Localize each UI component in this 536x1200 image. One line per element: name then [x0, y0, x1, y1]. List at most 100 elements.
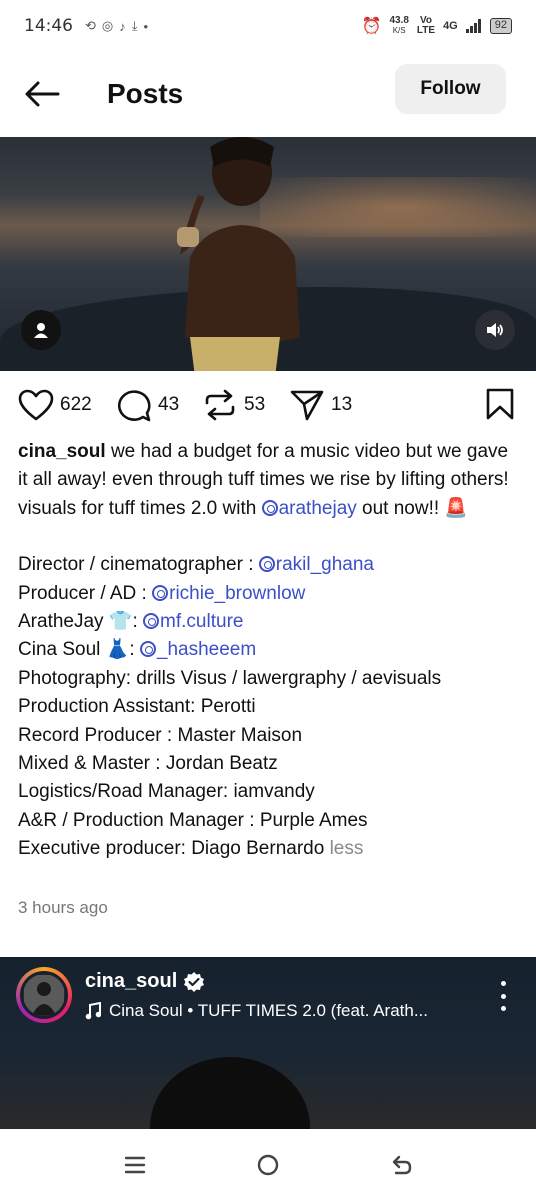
whatsapp-icon: ◎ [101, 18, 114, 33]
tagged-users-button[interactable] [21, 310, 61, 350]
post-video[interactable] [0, 137, 536, 371]
mention-link[interactable]: arathejay [261, 497, 357, 519]
caption-text-after: out now!! 🚨 [362, 497, 469, 519]
comment-count: 43 [158, 394, 180, 415]
credit-label: Record Producer : Master Maison [18, 724, 303, 746]
credit-line: AratheJay 👕: mf.culture [18, 608, 518, 636]
credit-line: Producer / AD : richie_brownlow [18, 580, 518, 608]
credit-line: Executive producer: Diago Bernardo less [18, 835, 518, 863]
follow-button[interactable]: Follow [395, 64, 506, 114]
threads-mention-icon [258, 556, 275, 573]
comment-icon [118, 390, 151, 422]
credit-line: Production Assistant: Perotti [18, 693, 518, 721]
network-type: 4G [443, 20, 458, 32]
post-timestamp: 3 hours ago [18, 898, 108, 917]
tiktok-icon: ♪ [119, 18, 126, 34]
avatar [20, 971, 68, 1019]
credit-mention-link[interactable]: rakil_ghana [258, 554, 375, 576]
credit-mention-link[interactable]: _hasheeem [139, 639, 257, 661]
header: Posts Follow [0, 58, 536, 128]
share-button[interactable]: 13 [289, 384, 352, 426]
credit-label: Cina Soul 👗: [18, 639, 140, 661]
back-nav-icon [392, 1155, 412, 1175]
comment-button[interactable]: 43 [116, 384, 179, 426]
more-options-button[interactable] [490, 981, 516, 1011]
next-post-media [150, 1057, 310, 1129]
system-status: ⏰ 43.8 K/S Vo LTE 4G 92 [362, 16, 512, 36]
sync-icon: ⟲ [85, 18, 96, 33]
arrow-left-icon [25, 81, 60, 107]
threads-mention-icon [152, 584, 169, 601]
credit-mention-link[interactable]: mf.culture [143, 611, 243, 632]
threads-mention-icon [139, 641, 156, 658]
credit-mention-link[interactable]: richie_brownlow [152, 583, 305, 604]
credits-list: Director / cinematographer : rakil_ghana… [18, 551, 518, 863]
net-speed-unit: K/S [392, 26, 406, 35]
credit-label: Director / cinematographer : [18, 554, 259, 576]
credit-label: Production Assistant: Perotti [18, 696, 256, 718]
credit-mention-handle: _hasheeem [156, 639, 257, 661]
alarm-icon: ⏰ [361, 18, 382, 35]
next-post[interactable]: cina_soul Cina Soul • TUFF TIMES 2.0 (fe… [0, 957, 536, 1129]
credit-label: A&R / Production Manager : Purple Ames [18, 809, 368, 831]
like-button[interactable]: 622 [18, 384, 92, 426]
more-vertical-icon [500, 981, 506, 986]
music-note-icon [85, 1002, 101, 1020]
status-time: 14:46 [24, 16, 73, 36]
credit-line: Director / cinematographer : rakil_ghana [18, 551, 518, 579]
post-actions: 622 43 53 13 [0, 384, 536, 426]
net-speed-value: 43.8 [389, 15, 409, 26]
music-info[interactable]: Cina Soul • TUFF TIMES 2.0 (feat. Arath.… [85, 1001, 465, 1021]
credit-label: AratheJay 👕: [18, 611, 144, 633]
send-icon [290, 390, 324, 421]
page-title: Posts [107, 78, 184, 109]
credit-label: Executive producer: Diago Bernardo [18, 838, 325, 860]
system-nav-bar [0, 1129, 536, 1200]
volume-button[interactable] [475, 310, 515, 350]
repost-button[interactable]: 53 [202, 384, 265, 426]
share-count: 13 [331, 394, 353, 415]
music-text: Cina Soul • TUFF TIMES 2.0 (feat. Arath.… [109, 1001, 428, 1020]
credit-label: Photography: drills Visus / lawergraphy … [18, 667, 442, 689]
next-post-username-text: cina_soul [85, 970, 178, 992]
credit-line: A&R / Production Manager : Purple Ames [18, 807, 518, 835]
avatar-figure-icon [24, 975, 64, 1015]
more-dot [500, 993, 506, 999]
status-bar: 14:46 ⟲ ◎ ♪ ⤓ • ⏰ 43.8 K/S Vo LTE 4G 92 [0, 0, 536, 52]
verified-icon [184, 971, 205, 992]
credit-line: Logistics/Road Manager: iamvandy [18, 778, 518, 806]
heart-icon [18, 389, 54, 421]
credit-line: Mixed & Master : Jordan Beatz [18, 750, 518, 778]
signal-icon [465, 19, 481, 33]
back-button[interactable] [20, 76, 64, 112]
mention-handle: arathejay [278, 497, 357, 519]
credit-line: Record Producer : Master Maison [18, 722, 518, 750]
credit-mention-handle: richie_brownlow [169, 582, 306, 604]
credit-mention-handle: mf.culture [160, 611, 244, 633]
caption-username[interactable]: cina_soul [18, 441, 106, 462]
download-icon: ⤓ [131, 18, 138, 33]
story-ring[interactable] [16, 967, 72, 1023]
bookmark-icon [486, 388, 514, 420]
credit-label: Mixed & Master : Jordan Beatz [18, 753, 278, 775]
next-post-username[interactable]: cina_soul [85, 970, 205, 993]
volte: Vo LTE [417, 16, 435, 36]
menu-icon [124, 1156, 146, 1174]
post-caption: cina_soul we had a budget for a music vi… [18, 438, 518, 864]
credit-label: Producer / AD : [18, 582, 153, 604]
back-nav-button[interactable] [385, 1151, 419, 1179]
home-circle-icon [257, 1154, 279, 1176]
like-count: 622 [60, 394, 92, 415]
home-button[interactable] [251, 1151, 285, 1179]
volte-bottom: LTE [416, 25, 436, 36]
recent-apps-button[interactable] [118, 1151, 152, 1179]
battery-indicator: 92 [489, 18, 512, 34]
performer-figure [177, 137, 300, 371]
threads-mention-icon [261, 499, 278, 516]
less-button[interactable]: less [330, 838, 364, 859]
save-button[interactable] [485, 387, 515, 426]
credit-mention-handle: rakil_ghana [275, 554, 375, 576]
credit-line: Cina Soul 👗: _hasheeem [18, 636, 518, 664]
credit-line: Photography: drills Visus / lawergraphy … [18, 665, 518, 693]
repost-icon [205, 389, 235, 421]
